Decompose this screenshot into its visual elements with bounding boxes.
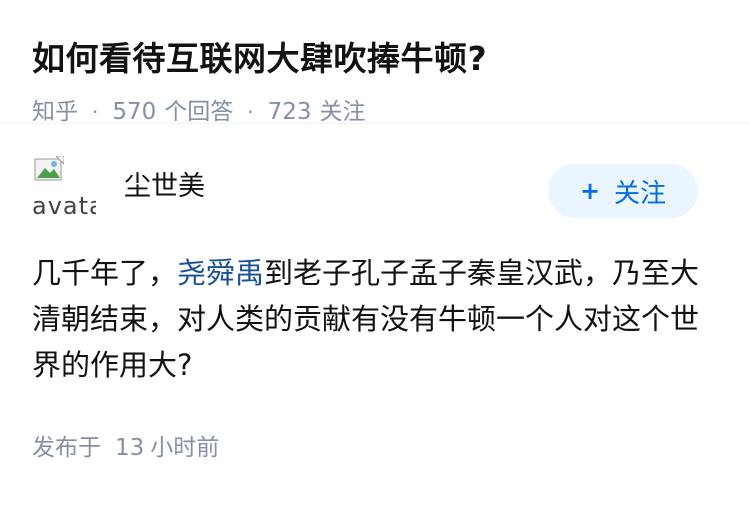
publish-unit: 小时前 bbox=[150, 435, 220, 461]
follow-count: 723 bbox=[267, 99, 312, 125]
follow-button-label: 关注 bbox=[614, 178, 667, 209]
answer-count-label: 个回答 bbox=[164, 99, 234, 125]
broken-image-icon bbox=[34, 156, 64, 181]
publish-value: 13 bbox=[115, 435, 145, 461]
separator-dot: · bbox=[247, 100, 254, 124]
avatar-alt-text: avatar bbox=[32, 192, 96, 220]
separator-dot: · bbox=[92, 100, 99, 124]
follow-button[interactable]: + 关注 bbox=[548, 164, 698, 218]
content-text: 几千年了， bbox=[32, 256, 178, 290]
answer-card: avatar 尘世美 + 关注 几千年了，尧舜禹到老子孔子孟子秦皇汉武，乃至大清… bbox=[0, 124, 750, 462]
question-header: 如何看待互联网大肆吹捧牛顿? 知乎 · 570 个回答 · 723 关注 bbox=[0, 0, 750, 125]
answer-count: 570 bbox=[112, 99, 157, 125]
author-row: avatar 尘世美 + 关注 bbox=[32, 156, 718, 220]
avatar[interactable]: avatar bbox=[32, 156, 96, 220]
question-page: 如何看待互联网大肆吹捧牛顿? 知乎 · 570 个回答 · 723 关注 ava… bbox=[0, 0, 750, 530]
source-label[interactable]: 知乎 bbox=[32, 94, 78, 130]
question-title[interactable]: 如何看待互联网大肆吹捧牛顿? bbox=[32, 36, 718, 82]
answer-content: 几千年了，尧舜禹到老子孔子孟子秦皇汉武，乃至大清朝结束，对人类的贡献有没有牛顿一… bbox=[32, 250, 722, 388]
author-name[interactable]: 尘世美 bbox=[124, 164, 205, 203]
publish-prefix: 发布于 bbox=[32, 435, 101, 461]
content-link[interactable]: 尧舜禹 bbox=[177, 256, 264, 290]
publish-time[interactable]: 发布于 13 小时前 bbox=[32, 428, 718, 462]
follow-count-label: 关注 bbox=[319, 99, 366, 125]
plus-icon: + bbox=[579, 177, 601, 205]
